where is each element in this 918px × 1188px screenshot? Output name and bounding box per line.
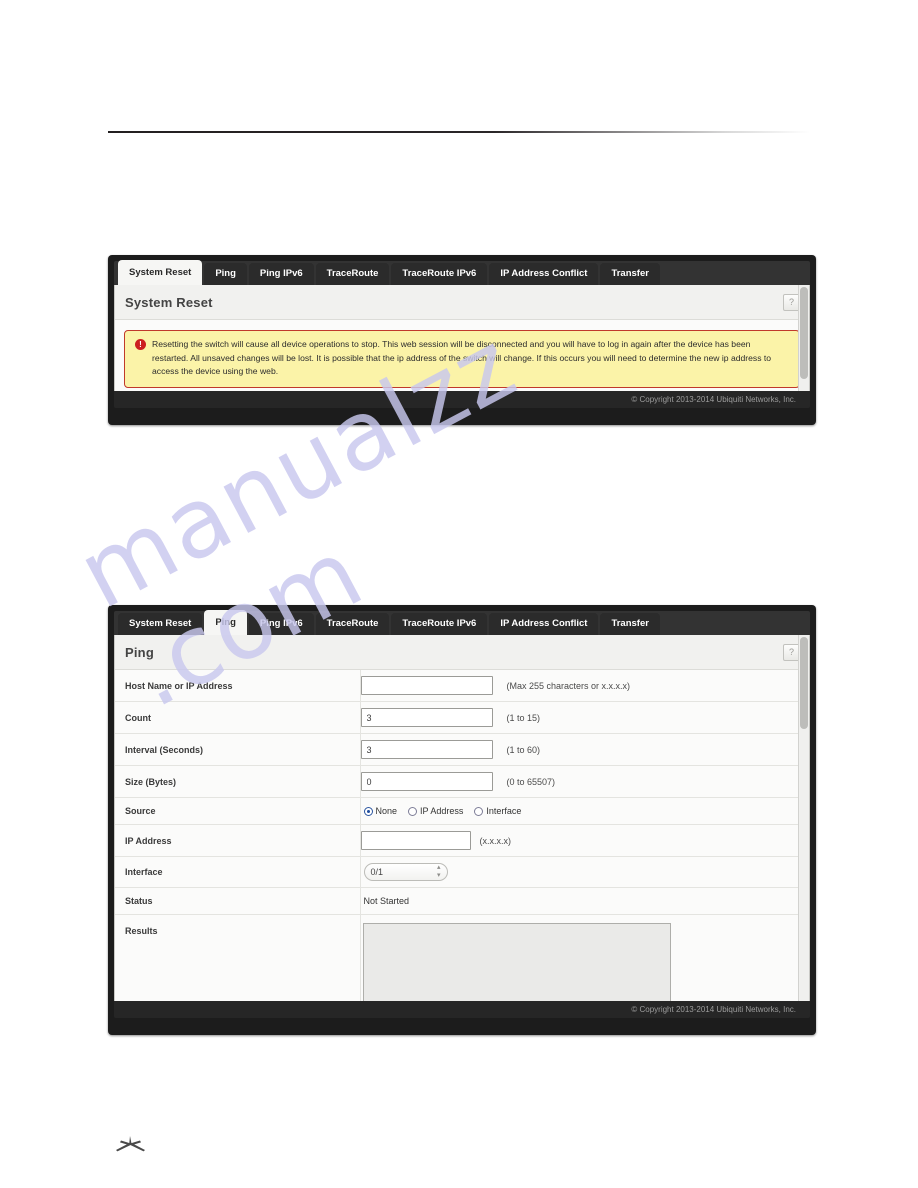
interface-select-value: 0/1 — [370, 867, 384, 877]
reset-warning-text: Resetting the switch will cause all devi… — [152, 339, 772, 376]
size-input[interactable] — [360, 772, 493, 791]
field-size: (0 to 65507) — [360, 765, 809, 798]
panel-footer-reset: © Copyright 2013-2014 Ubiquiti Networks,… — [114, 391, 810, 408]
tab-ip-address-conflict[interactable]: IP Address Conflict — [489, 263, 599, 285]
reset-warning-box: ! Resetting the switch will cause all de… — [124, 330, 800, 388]
field-results — [360, 914, 809, 1001]
tab-traceroute[interactable]: TraceRoute — [315, 613, 390, 635]
table-row: Size (Bytes) (0 to 65507) — [115, 765, 809, 798]
label-ip-address: IP Address — [115, 824, 361, 857]
hint-host-name: (Max 255 characters or x.x.x.x) — [506, 680, 631, 691]
tabbar-reset: System Reset Ping Ping IPv6 TraceRoute T… — [114, 260, 810, 285]
interval-input[interactable] — [360, 740, 493, 759]
radio-label-interface: Interface — [486, 806, 522, 816]
radio-label-ip-address: IP Address — [420, 806, 464, 816]
tab-ping-ipv6[interactable]: Ping IPv6 — [248, 263, 314, 285]
radio-button-icon — [474, 806, 484, 816]
tab-traceroute-ipv6[interactable]: TraceRoute IPv6 — [391, 263, 488, 285]
label-count: Count — [115, 701, 361, 734]
chevron-updown-icon: ▴ ▾ — [436, 864, 441, 879]
page-header-rule — [108, 131, 810, 133]
field-status: Not Started — [360, 887, 809, 915]
ping-body: Ping ? Host Name or IP Address (Max 255 … — [114, 635, 810, 1001]
field-ip-address: (x.x.x.x) — [360, 824, 809, 857]
ip-address-input[interactable] — [360, 831, 471, 850]
radio-source-interface[interactable]: Interface — [474, 806, 521, 816]
table-row: Interface 0/1 ▴ ▾ — [115, 856, 809, 888]
radio-source-none[interactable]: None — [363, 806, 398, 816]
radio-button-icon — [408, 806, 418, 816]
label-host-name: Host Name or IP Address — [115, 670, 361, 702]
interface-select[interactable]: 0/1 ▴ ▾ — [363, 863, 448, 881]
table-row: Host Name or IP Address (Max 255 charact… — [115, 670, 809, 702]
tab-system-reset[interactable]: System Reset — [118, 260, 203, 285]
field-source: None IP Address Interface — [360, 797, 810, 825]
tab-traceroute-ipv6[interactable]: TraceRoute IPv6 — [391, 613, 488, 635]
tab-ping-ipv6[interactable]: Ping IPv6 — [248, 613, 314, 635]
host-name-input[interactable] — [360, 676, 493, 695]
panel-scrollbar-reset[interactable] — [798, 285, 809, 391]
status-value: Not Started — [363, 896, 410, 906]
label-interval: Interval (Seconds) — [115, 733, 361, 766]
reset-action-row: Reset — [115, 388, 809, 392]
scrollbar-thumb[interactable] — [800, 287, 808, 379]
ping-panel-inner: System Reset Ping Ping IPv6 TraceRoute T… — [114, 610, 810, 1035]
field-count: (1 to 15) — [360, 701, 809, 734]
table-row: Count (1 to 15) — [115, 701, 809, 734]
radio-label-none: None — [375, 806, 398, 816]
scrollbar-thumb[interactable] — [800, 637, 808, 729]
system-reset-panel: System Reset Ping Ping IPv6 TraceRoute T… — [108, 255, 816, 425]
table-row: IP Address (x.x.x.x) — [115, 824, 809, 857]
warning-icon: ! — [135, 339, 146, 350]
label-results: Results — [115, 914, 361, 1001]
page-title-system-reset: System Reset — [115, 285, 809, 320]
field-interface: 0/1 ▴ ▾ — [360, 856, 809, 888]
panel-scrollbar-ping[interactable] — [798, 635, 809, 1001]
hint-ip-address: (x.x.x.x) — [479, 835, 512, 846]
page-title-ping: Ping — [115, 635, 809, 670]
hint-interval: (1 to 60) — [506, 744, 541, 755]
hint-size: (0 to 65507) — [506, 776, 556, 787]
tab-traceroute[interactable]: TraceRoute — [315, 263, 390, 285]
tab-ip-address-conflict[interactable]: IP Address Conflict — [489, 613, 599, 635]
table-row: Status Not Started — [115, 887, 809, 915]
tab-system-reset[interactable]: System Reset — [118, 613, 203, 635]
radio-button-icon — [363, 806, 373, 816]
tab-transfer[interactable]: Transfer — [600, 263, 660, 285]
system-reset-body: System Reset ? ! Resetting the switch wi… — [114, 285, 810, 391]
ping-panel: System Reset Ping Ping IPv6 TraceRoute T… — [108, 605, 816, 1035]
panel-footer-ping: © Copyright 2013-2014 Ubiquiti Networks,… — [114, 1001, 810, 1018]
source-radio-group: None IP Address Interface — [361, 806, 810, 816]
radio-source-ip-address[interactable]: IP Address — [408, 806, 463, 816]
table-row: Interval (Seconds) (1 to 60) — [115, 733, 809, 766]
label-status: Status — [115, 887, 361, 915]
results-textarea[interactable] — [362, 923, 671, 1001]
system-reset-panel-inner: System Reset Ping Ping IPv6 TraceRoute T… — [114, 260, 810, 425]
tabbar-ping: System Reset Ping Ping IPv6 TraceRoute T… — [114, 610, 810, 635]
ping-form-table: Host Name or IP Address (Max 255 charact… — [115, 670, 809, 1001]
tab-ping[interactable]: Ping — [204, 263, 247, 285]
table-row: Source None IP Address Interface — [115, 797, 810, 825]
tab-transfer[interactable]: Transfer — [600, 613, 660, 635]
table-row: Results — [115, 914, 809, 1001]
label-size: Size (Bytes) — [115, 765, 361, 798]
ubiquiti-starburst-logo-icon — [108, 1134, 154, 1156]
hint-count: (1 to 15) — [506, 712, 541, 723]
field-interval: (1 to 60) — [360, 733, 809, 766]
label-source: Source — [115, 797, 361, 825]
tab-ping[interactable]: Ping — [204, 610, 247, 635]
field-host-name: (Max 255 characters or x.x.x.x) — [360, 670, 809, 702]
label-interface: Interface — [115, 856, 361, 888]
count-input[interactable] — [360, 708, 493, 727]
